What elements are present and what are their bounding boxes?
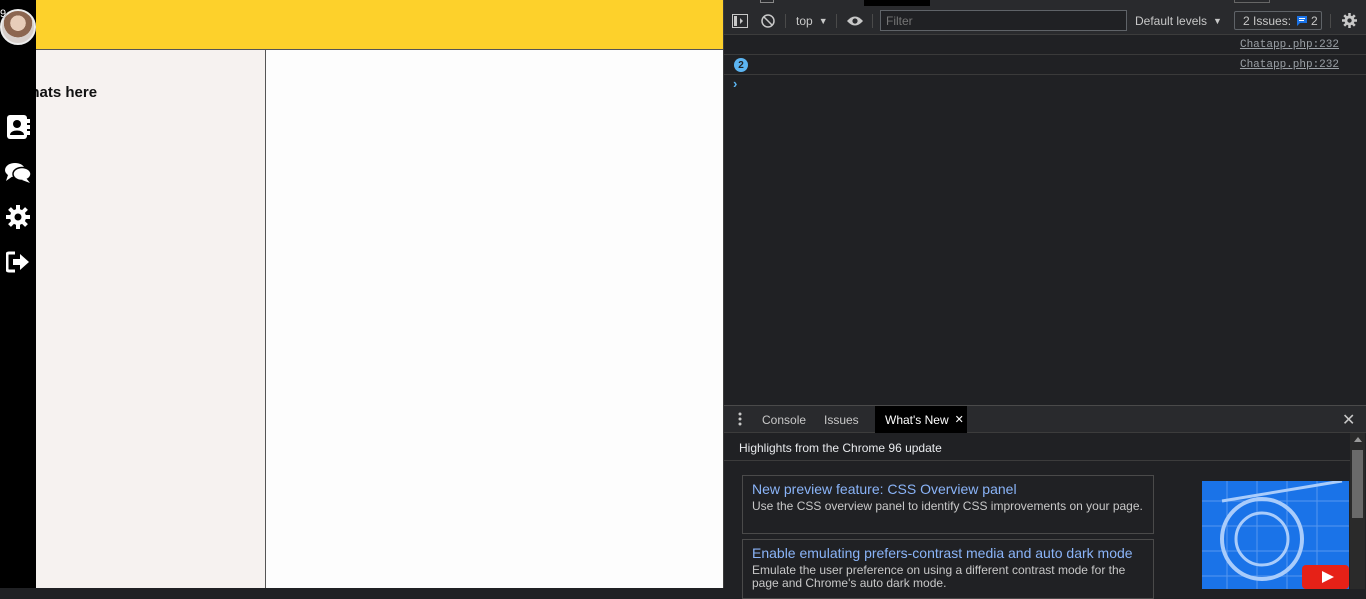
scroll-up-arrow-icon[interactable]	[1354, 437, 1362, 442]
feature-card[interactable]: Enable emulating prefers-contrast media …	[742, 539, 1154, 599]
logout-icon[interactable]	[5, 249, 31, 275]
console-log-row: Chatapp.php:232	[724, 35, 1366, 55]
issues-count: 2	[1311, 13, 1318, 28]
context-select-value: top	[796, 13, 813, 28]
context-select[interactable]: top ▼	[796, 12, 828, 29]
sidebar-rail: 9	[0, 0, 36, 588]
chat-app: chats here 9	[0, 0, 723, 588]
tab-fragment	[760, 0, 774, 3]
console-toolbar: top ▼ Default levels ▼ 2 Issues: 2	[724, 6, 1366, 35]
console-prompt[interactable]: ›	[733, 76, 737, 91]
avatar-badge: 9	[0, 8, 7, 20]
chat-conversation-panel	[266, 50, 723, 588]
tab-whats-new[interactable]: What's New ✕	[875, 406, 967, 433]
toolbar-divider	[785, 14, 786, 28]
devtools-panel: top ▼ Default levels ▼ 2 Issues: 2 Chata…	[723, 0, 1366, 599]
live-expression-eye-icon[interactable]	[846, 12, 864, 29]
clear-console-icon[interactable]	[761, 12, 775, 29]
promo-video-thumbnail[interactable]	[1202, 481, 1349, 589]
devtools-drawer: Console Issues What's New ✕ ✕ Highlights…	[724, 405, 1366, 599]
contact-card-icon[interactable]	[5, 114, 31, 140]
filter-input[interactable]	[880, 10, 1127, 31]
chevron-down-icon: ▼	[818, 15, 828, 26]
log-source-link[interactable]: Chatapp.php:232	[1240, 39, 1339, 51]
feature-card-desc: Use the CSS overview panel to identify C…	[752, 499, 1143, 513]
tab-whats-new-label: What's New	[885, 412, 949, 427]
feature-card[interactable]: New preview feature: CSS Overview panel …	[742, 475, 1154, 534]
feature-card-title[interactable]: New preview feature: CSS Overview panel	[752, 481, 1144, 497]
feature-card-title[interactable]: Enable emulating prefers-contrast media …	[752, 545, 1144, 561]
tab-issues[interactable]: Issues	[824, 406, 859, 433]
settings-gear-icon[interactable]	[5, 204, 31, 230]
repeat-count-badge: 2	[734, 58, 748, 72]
chat-bubbles-icon[interactable]	[5, 160, 31, 186]
log-source-link[interactable]: Chatapp.php:232	[1240, 59, 1339, 71]
toolbar-divider	[836, 14, 837, 28]
toolbar-divider	[1330, 14, 1331, 28]
close-drawer-icon[interactable]: ✕	[1342, 410, 1355, 430]
tab-fragment	[1234, 0, 1270, 3]
divider	[724, 460, 1350, 461]
toolbar-divider	[872, 14, 873, 28]
tab-console[interactable]: Console	[762, 406, 806, 433]
whats-new-headline: Highlights from the Chrome 96 update	[739, 441, 942, 455]
drawer-scrollbar[interactable]	[1350, 433, 1365, 589]
feature-card-desc: Emulate the user preference on using a d…	[752, 563, 1126, 590]
drawer-tabbar: Console Issues What's New ✕ ✕	[724, 406, 1366, 433]
console-log-row: 2 Chatapp.php:232	[724, 55, 1366, 75]
console-settings-gear-icon[interactable]	[1342, 12, 1357, 29]
scrollbar-thumb[interactable]	[1352, 450, 1363, 518]
sidebar-toggle-icon[interactable]	[732, 12, 748, 29]
chat-list-panel	[36, 50, 266, 588]
app-header	[0, 0, 723, 50]
issue-message-icon	[1296, 15, 1308, 27]
issues-label: 2 Issues:	[1243, 13, 1292, 28]
log-levels-select[interactable]: Default levels ▼	[1135, 12, 1222, 29]
drawer-menu-icon[interactable]	[738, 412, 742, 426]
issues-counter-button[interactable]: 2 Issues: 2	[1234, 11, 1322, 30]
chevron-down-icon: ▼	[1213, 15, 1222, 26]
log-levels-value: Default levels	[1135, 13, 1208, 28]
close-tab-icon[interactable]: ✕	[955, 413, 964, 426]
